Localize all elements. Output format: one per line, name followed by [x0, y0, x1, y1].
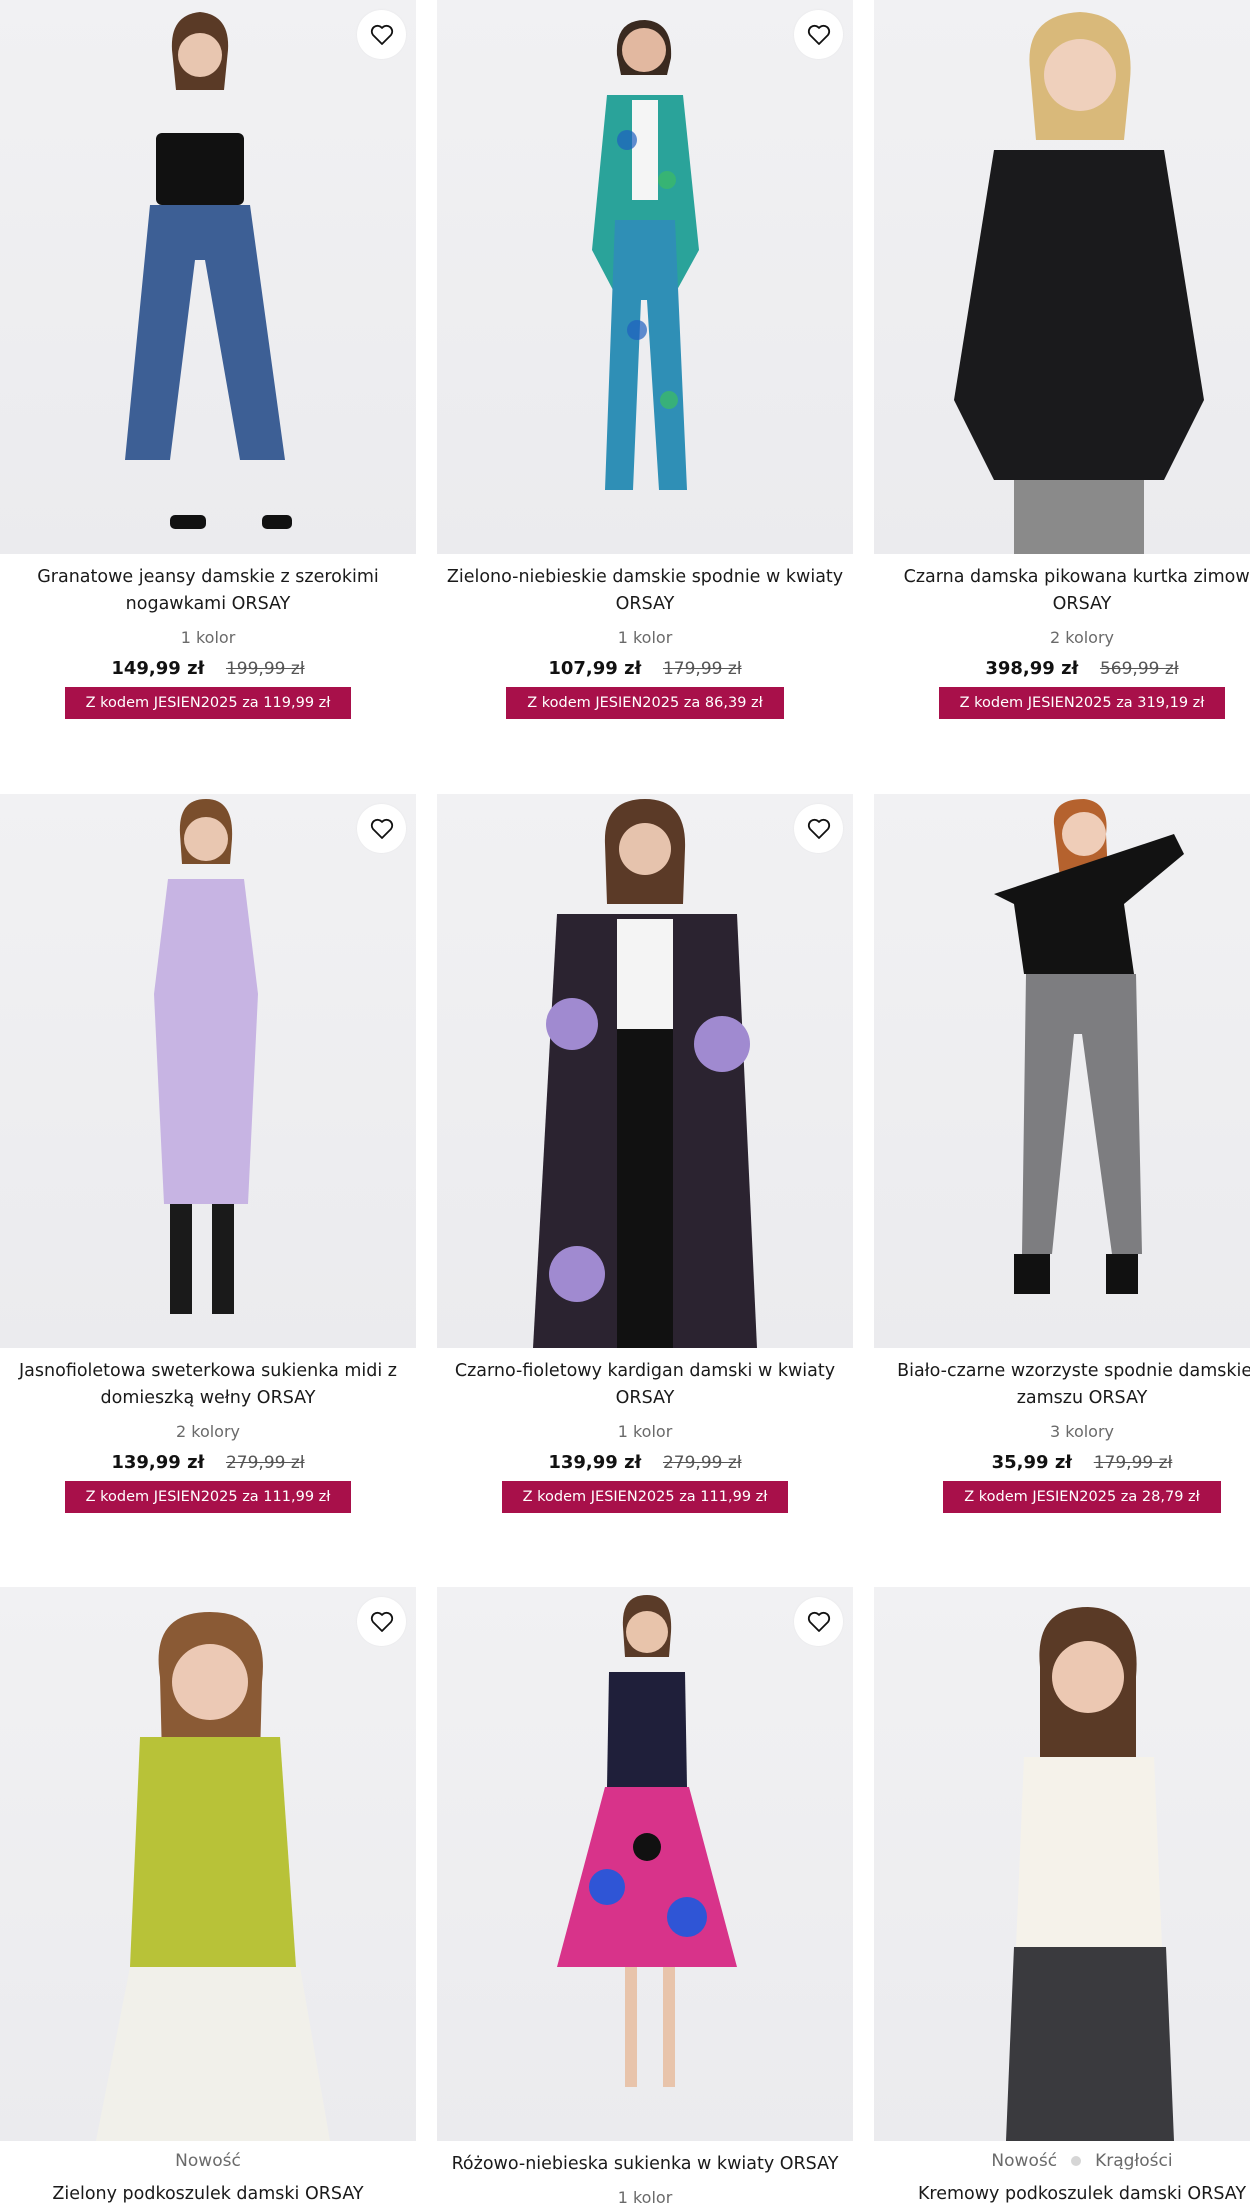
model-figure	[533, 799, 757, 1348]
model-figure	[1006, 1607, 1174, 2141]
product-title[interactable]: Czarno-fioletowy kardigan damski w kwiat…	[437, 1358, 853, 1412]
current-price: 149,99 zł	[111, 658, 205, 679]
price-row: 35,99 zł 179,99 zł	[874, 1452, 1250, 1473]
old-price: 179,99 zł	[662, 659, 742, 679]
trousers	[605, 220, 687, 490]
heart-icon	[370, 1611, 393, 1632]
product-title[interactable]: Zielono-niebieskie damskie spodnie w kwi…	[437, 564, 853, 618]
product-card[interactable]: Biało-czarne wzorzyste spodnie damskie z…	[874, 794, 1250, 1513]
color-count: 2 kolory	[175, 1422, 241, 1441]
price-row: 149,99 zł 199,99 zł	[0, 658, 416, 679]
houndstooth-trousers	[1014, 480, 1144, 554]
cream-camisole	[1016, 1757, 1162, 1947]
favorite-button[interactable]	[357, 10, 406, 59]
patterned-trousers	[1022, 974, 1142, 1254]
price-row: 107,99 zł 179,99 zł	[437, 658, 853, 679]
dress-bodice	[607, 1672, 687, 1787]
color-count: 1 kolor	[180, 628, 236, 647]
separator-dot	[1071, 2156, 1082, 2166]
old-price: 179,99 zł	[1093, 1453, 1173, 1473]
product-card[interactable]: Zielono-niebieskie damskie spodnie w kwi…	[437, 0, 853, 719]
curves-badge: Krągłości	[1095, 2151, 1173, 2171]
knit-dress	[154, 879, 258, 1204]
current-price: 107,99 zł	[548, 658, 642, 679]
promo-code-badge: Z kodem JESIEN2025 za 319,19 zł	[938, 687, 1226, 719]
heart-icon	[370, 24, 393, 45]
product-card[interactable]: Nowość Zielony podkoszulek damski ORSAY	[0, 1587, 416, 2208]
product-card[interactable]: Nowość Krągłości Kremowy podkoszulek dams…	[874, 1587, 1250, 2208]
heart-icon	[807, 1611, 830, 1632]
promo-code-badge: Z kodem JESIEN2025 za 86,39 zł	[506, 687, 784, 719]
old-price: 569,99 zł	[1099, 659, 1179, 679]
promo-code-badge: Z kodem JESIEN2025 za 111,99 zł	[501, 1481, 789, 1513]
model-figure	[592, 20, 699, 490]
green-tank-top	[130, 1737, 296, 1967]
price-row: 139,99 zł 279,99 zł	[437, 1452, 853, 1473]
model-figure	[994, 799, 1184, 1294]
product-title[interactable]: Biało-czarne wzorzyste spodnie damskie z…	[874, 1358, 1250, 1412]
price-row: 139,99 zł 279,99 zł	[0, 1452, 416, 1473]
favorite-button[interactable]	[357, 1597, 406, 1646]
price-row: 398,99 zł 569,99 zł	[874, 658, 1250, 679]
favorite-button[interactable]	[794, 804, 843, 853]
product-image[interactable]	[874, 0, 1250, 554]
old-price: 279,99 zł	[225, 1453, 305, 1473]
promo-code-badge: Z kodem JESIEN2025 za 119,99 zł	[64, 687, 352, 719]
current-price: 139,99 zł	[111, 1452, 205, 1473]
heart-icon	[807, 818, 830, 839]
product-image[interactable]	[437, 794, 853, 1348]
current-price: 398,99 zł	[985, 658, 1079, 679]
old-price: 199,99 zł	[225, 659, 305, 679]
heart-icon	[370, 818, 393, 839]
heart-icon	[807, 24, 830, 45]
product-title[interactable]: Jasnofioletowa sweterkowa sukienka midi …	[0, 1358, 416, 1412]
product-card[interactable]: Czarna damska pikowana kurtka zimowa ORS…	[874, 0, 1250, 719]
floral-skirt	[557, 1787, 737, 1967]
product-card[interactable]: Czarno-fioletowy kardigan damski w kwiat…	[437, 794, 853, 1513]
badge-row: Nowość Krągłości	[874, 2151, 1250, 2171]
model-figure	[96, 1612, 330, 2141]
top	[156, 133, 244, 205]
favorite-button[interactable]	[357, 804, 406, 853]
color-count: 3 kolory	[1049, 1422, 1115, 1441]
puffer-jacket	[954, 150, 1204, 480]
product-image[interactable]	[874, 1587, 1250, 2141]
product-title[interactable]: Kremowy podkoszulek damski ORSAY	[874, 2181, 1250, 2208]
product-card[interactable]: Różowo-niebieska sukienka w kwiaty ORSAY…	[437, 1587, 853, 2207]
new-badge: Nowość	[991, 2151, 1058, 2171]
new-badge: Nowość	[175, 2151, 241, 2171]
favorite-button[interactable]	[794, 10, 843, 59]
current-price: 139,99 zł	[548, 1452, 642, 1473]
product-image[interactable]	[874, 794, 1250, 1348]
color-count: 1 kolor	[617, 628, 673, 647]
product-image[interactable]	[0, 794, 416, 1348]
product-card[interactable]: Granatowe jeansy damskie z szerokimi nog…	[0, 0, 416, 719]
white-trousers	[96, 1967, 330, 2141]
badge-row: Nowość	[0, 2151, 416, 2171]
product-title[interactable]: Różowo-niebieska sukienka w kwiaty ORSAY	[437, 2151, 853, 2178]
model-figure	[125, 12, 292, 529]
old-price: 279,99 zł	[662, 1453, 742, 1473]
current-price: 35,99 zł	[991, 1452, 1072, 1473]
product-image[interactable]	[0, 0, 416, 554]
dark-jeans	[1006, 1947, 1174, 2141]
promo-code-badge: Z kodem JESIEN2025 za 28,79 zł	[943, 1481, 1221, 1513]
product-image[interactable]	[0, 1587, 416, 2141]
product-title[interactable]: Zielony podkoszulek damski ORSAY	[0, 2181, 416, 2208]
model-figure	[954, 12, 1204, 554]
color-count: 1 kolor	[617, 2188, 673, 2207]
product-card[interactable]: Jasnofioletowa sweterkowa sukienka midi …	[0, 794, 416, 1513]
favorite-button[interactable]	[794, 1597, 843, 1646]
model-figure	[557, 1595, 737, 2087]
product-image[interactable]	[437, 0, 853, 554]
color-count: 1 kolor	[617, 1422, 673, 1441]
color-count: 2 kolory	[1049, 628, 1115, 647]
jeans	[125, 205, 285, 460]
promo-code-badge: Z kodem JESIEN2025 za 111,99 zł	[64, 1481, 352, 1513]
product-image[interactable]	[437, 1587, 853, 2141]
product-title[interactable]: Czarna damska pikowana kurtka zimowa ORS…	[874, 564, 1250, 618]
model-figure	[154, 799, 258, 1314]
product-title[interactable]: Granatowe jeansy damskie z szerokimi nog…	[0, 564, 416, 618]
